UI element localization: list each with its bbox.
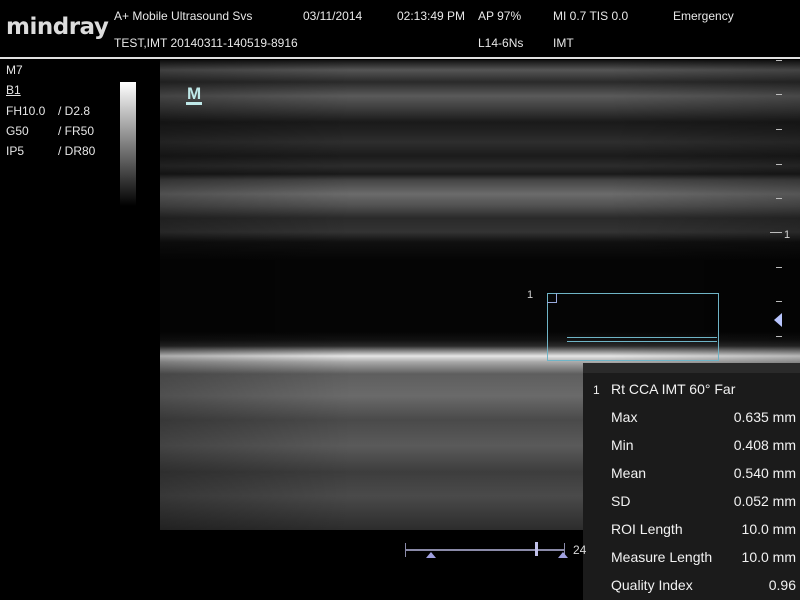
depth-tick	[776, 198, 782, 199]
measurement-title: Rt CCA IMT 60° Far	[611, 381, 736, 397]
mode-label: M7	[6, 63, 23, 77]
acoustic-power: AP 97%	[478, 9, 522, 23]
result-label: Mean	[611, 465, 647, 481]
result-row-sd: SD 0.052 mm	[583, 487, 800, 515]
dynamic-range-value: DR80	[64, 144, 96, 158]
exam-date: 03/11/2014	[303, 9, 363, 23]
measurement-panel: 1 Rt CCA IMT 60° Far Max 0.635 mm Min 0.…	[583, 363, 800, 600]
probe-name: L14-6Ns	[478, 36, 524, 50]
result-label: Max	[611, 409, 638, 425]
frequency-param: FH10.0	[6, 104, 46, 118]
result-value: 0.540 mm	[733, 465, 796, 481]
mi-tis-index: MI 0.7 TIS 0.0	[553, 9, 629, 23]
orientation-marker: M	[186, 84, 203, 105]
depth-tick	[776, 129, 782, 130]
patient-id: TEST,IMT 20140311-140519-8916	[114, 36, 298, 50]
cine-scrollbar[interactable]	[405, 549, 565, 551]
image-process-param: IP5	[6, 144, 25, 158]
cine-frame-label: 24	[573, 543, 587, 557]
depth-tick	[776, 60, 782, 61]
result-value: 0.96	[768, 577, 796, 593]
brand-logo: mindray	[6, 14, 109, 40]
result-label: Min	[611, 437, 634, 453]
focus-marker-icon[interactable]	[774, 313, 782, 327]
cine-end-arrow-icon[interactable]	[558, 552, 568, 558]
gain-param: G50	[6, 124, 29, 138]
measurement-panel-header	[583, 363, 800, 373]
result-row-min: Min 0.408 mm	[583, 431, 800, 459]
result-value: 0.408 mm	[733, 437, 796, 453]
result-label: Quality Index	[611, 577, 693, 593]
measurement-title-row: 1 Rt CCA IMT 60° Far	[583, 375, 800, 403]
depth-tick	[776, 94, 782, 95]
institution-name: A+ Mobile Ultrasound Svs	[114, 9, 253, 23]
result-value: 10.0 mm	[741, 549, 796, 565]
depth-marker-label: 1	[784, 229, 791, 241]
cine-start-arrow-icon[interactable]	[426, 552, 436, 558]
roi-corner-handle[interactable]	[547, 293, 557, 303]
b-mode-label: B1	[6, 83, 21, 97]
depth-value: D2.8	[64, 104, 91, 118]
result-label: Measure Length	[611, 549, 713, 565]
depth-tick-major	[770, 232, 782, 233]
result-value: 10.0 mm	[741, 521, 796, 537]
result-row-mean: Mean 0.540 mm	[583, 459, 800, 487]
frame-rate-value: FR50	[64, 124, 95, 138]
depth-tick	[776, 336, 782, 337]
result-row-max: Max 0.635 mm	[583, 403, 800, 431]
preset-status: Emergency	[673, 9, 734, 23]
exam-time: 02:13:49 PM	[397, 9, 466, 23]
cine-position-thumb[interactable]	[535, 542, 538, 556]
header-divider	[0, 57, 800, 59]
depth-tick	[776, 301, 782, 302]
imt-trace	[567, 337, 717, 342]
frame-rate-param: / FR50	[58, 124, 95, 138]
result-value: 0.052 mm	[733, 493, 796, 509]
result-row-quality-index: Quality Index 0.96	[583, 571, 800, 599]
result-label: ROI Length	[611, 521, 683, 537]
dynamic-range-param: / DR80	[58, 144, 96, 158]
measurement-index: 1	[593, 383, 600, 397]
result-row-measure-length: Measure Length 10.0 mm	[583, 543, 800, 571]
result-value: 0.635 mm	[733, 409, 796, 425]
exam-mode: IMT	[553, 36, 574, 50]
result-label: SD	[611, 493, 631, 509]
roi-number: 1	[527, 289, 534, 301]
depth-tick	[776, 164, 782, 165]
depth-tick	[776, 267, 782, 268]
grayscale-bar	[120, 82, 136, 206]
depth-param: / D2.8	[58, 104, 91, 118]
imt-roi-box[interactable]	[547, 293, 719, 361]
result-row-roi-length: ROI Length 10.0 mm	[583, 515, 800, 543]
